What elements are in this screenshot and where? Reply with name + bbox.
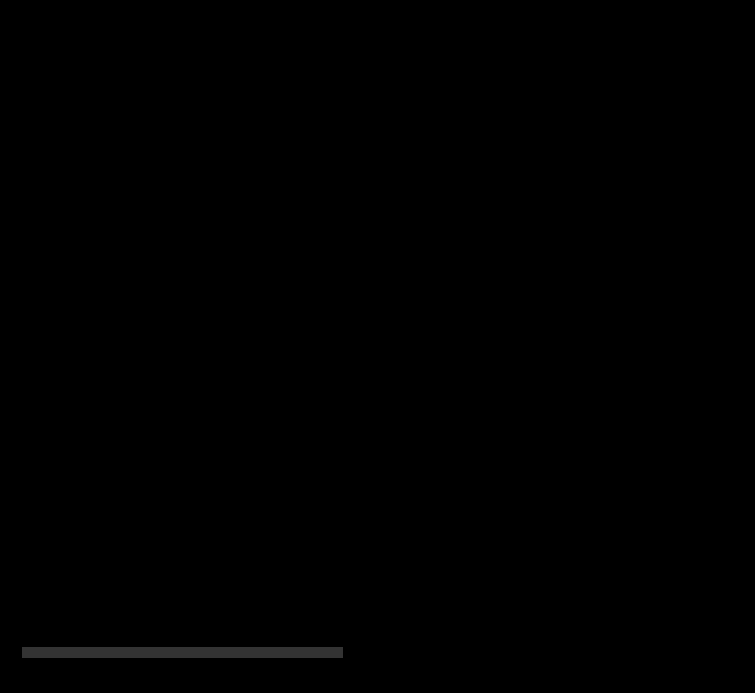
xray-analysis-window	[0, 0, 755, 693]
colorbar-gradient	[22, 647, 343, 658]
spectrogram-canvas	[52, 33, 450, 545]
spectrogram-plot-area	[52, 33, 450, 545]
y-axis-title	[37, 190, 50, 304]
